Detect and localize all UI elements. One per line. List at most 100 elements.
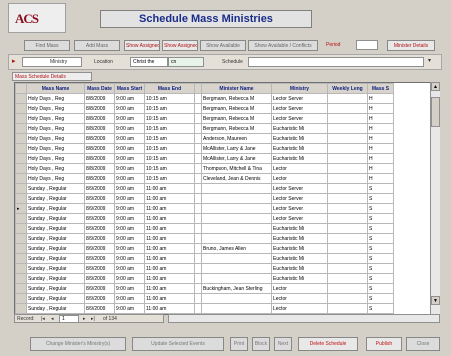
col-mass-name-cell[interactable]: Sunday , Regular (26, 283, 85, 294)
col-mass-end-cell[interactable]: 10:15 am (144, 123, 195, 134)
col-minister-name-cell[interactable]: Bruno, James Allen (201, 243, 272, 254)
row-selector[interactable] (15, 303, 27, 314)
col-mass-date-cell[interactable]: 8/8/2009 (84, 93, 115, 104)
col-minister-name-cell[interactable]: Anderson, Maureen (201, 133, 272, 144)
col-ministry-cell[interactable]: Lector Server (271, 93, 328, 104)
scroll-thumb[interactable] (431, 97, 440, 127)
col-ministry-cell[interactable]: Eucharistic Mi (271, 263, 328, 274)
row-selector[interactable] (15, 233, 27, 244)
col-ministry-cell[interactable]: Eucharistic Mi (271, 133, 328, 144)
col-mass-name-cell[interactable]: Sunday , Regular (26, 263, 85, 274)
col-mass-end-cell[interactable]: 10:15 am (144, 103, 195, 114)
row-selector[interactable] (15, 143, 27, 154)
filter-dropdown-icon[interactable]: ▾ (428, 56, 431, 66)
col-ministry-cell[interactable]: Lector Server (271, 103, 328, 114)
print-button[interactable]: Print (230, 337, 248, 351)
table-row[interactable]: Sunday , Regular 8/9/2009 9:00 am 11:00 am B… (15, 283, 394, 294)
row-selector[interactable] (15, 123, 27, 134)
table-row[interactable]: Sunday , Regular 8/9/2009 9:00 am 11:00 am E… (15, 253, 394, 264)
col-weekly-length-cell[interactable] (327, 93, 368, 104)
col-mass-end-cell[interactable]: 10:15 am (144, 133, 195, 144)
col-mass-start-cell[interactable]: 9:00 am (114, 303, 145, 314)
col-mass-end-cell[interactable]: 10:15 am (144, 153, 195, 164)
col-weekly-length-cell[interactable] (327, 173, 368, 184)
col-mass-name-cell[interactable]: Holy Days , Reg (26, 113, 85, 124)
row-selector[interactable] (15, 133, 27, 144)
col-mass-name-cell[interactable]: Sunday , Regular (26, 213, 85, 224)
col-weekly-length-cell[interactable] (327, 163, 368, 174)
col-weekly-length-cell[interactable] (327, 133, 368, 144)
col-mass-start-cell[interactable]: 9:00 am (114, 243, 145, 254)
col-mass-s-cell[interactable]: S (367, 183, 394, 194)
table-row[interactable]: Holy Days , Reg 8/8/2009 9:00 am 10:15 am Be… (15, 93, 394, 104)
col-mass-date-cell[interactable]: 8/8/2009 (84, 153, 115, 164)
col-mass-name-cell[interactable]: Holy Days , Reg (26, 123, 85, 134)
col-mass-start-cell[interactable]: 9:00 am (114, 93, 145, 104)
location-extra-field[interactable]: cn (168, 57, 204, 67)
col-check-cell[interactable] (194, 223, 202, 234)
col-ministry-cell[interactable]: Lector (271, 303, 328, 314)
col-mass-start-cell[interactable]: 9:00 am (114, 183, 145, 194)
col-ministry-cell[interactable]: Eucharistic Mi (271, 253, 328, 264)
col-check-cell[interactable] (194, 193, 202, 204)
col-ministry-cell[interactable]: Eucharistic Mi (271, 143, 328, 154)
col-mass-end-cell[interactable]: 10:15 am (144, 113, 195, 124)
col-mass-name-cell[interactable]: Sunday , Regular (26, 293, 85, 304)
col-mass-date-cell[interactable]: 8/9/2009 (84, 213, 115, 224)
col-weekly-length-cell[interactable] (327, 113, 368, 124)
col-minister-name[interactable]: Minister Name (201, 83, 272, 94)
col-mass-s-cell[interactable]: S (367, 263, 394, 274)
col-mass-s-cell[interactable]: S (367, 213, 394, 224)
row-selector[interactable] (15, 223, 27, 234)
col-weekly-length-cell[interactable] (327, 263, 368, 274)
col-minister-name-cell[interactable]: Bergmann, Rebecca M (201, 93, 272, 104)
col-mass-end-cell[interactable]: 11:00 am (144, 283, 195, 294)
show-assigned-button-2[interactable]: Show Assigned (162, 40, 198, 51)
col-weekly-length-cell[interactable] (327, 123, 368, 134)
row-selector[interactable] (15, 113, 27, 124)
prev-record-icon[interactable]: ◂ (51, 314, 54, 324)
close-button[interactable]: Close (406, 337, 440, 351)
change-ministry-button[interactable]: Change Minister's Ministry(s) (30, 337, 126, 351)
col-mass-s-cell[interactable]: S (367, 193, 394, 204)
col-mass-start-cell[interactable]: 9:00 am (114, 193, 145, 204)
col-minister-name-cell[interactable] (201, 203, 272, 214)
col-minister-name-cell[interactable] (201, 253, 272, 264)
col-weekly-length-cell[interactable] (327, 103, 368, 114)
col-check-cell[interactable] (194, 233, 202, 244)
col-weekly-length-cell[interactable] (327, 243, 368, 254)
block-button[interactable]: Block (252, 337, 270, 351)
col-mass-name-cell[interactable]: Sunday , Regular (26, 193, 85, 204)
col-mass-start-cell[interactable]: 9:00 am (114, 293, 145, 304)
col-minister-name-cell[interactable] (201, 293, 272, 304)
schedule-field[interactable] (248, 57, 424, 67)
table-row[interactable]: Holy Days , Reg 8/8/2009 9:00 am 10:15 am Mc… (15, 153, 394, 164)
col-weekly-length-cell[interactable] (327, 233, 368, 244)
row-selector[interactable] (15, 253, 27, 264)
record-number-input[interactable]: 1 (59, 315, 79, 323)
table-row[interactable]: Sunday , Regular 8/9/2009 9:00 am 11:00 am E… (15, 233, 394, 244)
col-mass-s-cell[interactable]: S (367, 253, 394, 264)
col-mass-name-cell[interactable]: Holy Days , Reg (26, 153, 85, 164)
col-mass-start[interactable]: Mass Start (114, 83, 145, 94)
col-mass-end-cell[interactable]: 11:00 am (144, 193, 195, 204)
col-mass-start-cell[interactable]: 9:00 am (114, 123, 145, 134)
col-mass-s-cell[interactable]: S (367, 203, 394, 214)
col-mass-s-cell[interactable]: H (367, 113, 394, 124)
col-weekly-length[interactable]: Weekly Leng (327, 83, 368, 94)
col-mass-end-cell[interactable]: 11:00 am (144, 303, 195, 314)
col-minister-name-cell[interactable]: Bergmann, Rebecca M (201, 123, 272, 134)
col-mass-start-cell[interactable]: 9:00 am (114, 213, 145, 224)
col-mass-name-cell[interactable]: Holy Days , Reg (26, 143, 85, 154)
publish-button[interactable]: Publish (366, 337, 402, 351)
col-minister-name-cell[interactable] (201, 303, 272, 314)
col-mass-start-cell[interactable]: 9:00 am (114, 143, 145, 154)
col-ministry-cell[interactable]: Lector Server (271, 203, 328, 214)
col-ministry-cell[interactable]: Lector Server (271, 113, 328, 124)
last-record-icon[interactable]: ▸| (91, 314, 95, 324)
table-row[interactable]: Holy Days , Reg 8/8/2009 9:00 am 10:15 am Th… (15, 163, 394, 174)
period-input[interactable] (356, 40, 378, 50)
col-mass-end-cell[interactable]: 11:00 am (144, 233, 195, 244)
col-mass-name-cell[interactable]: Sunday , Regular (26, 223, 85, 234)
col-mass-s-cell[interactable]: H (367, 93, 394, 104)
